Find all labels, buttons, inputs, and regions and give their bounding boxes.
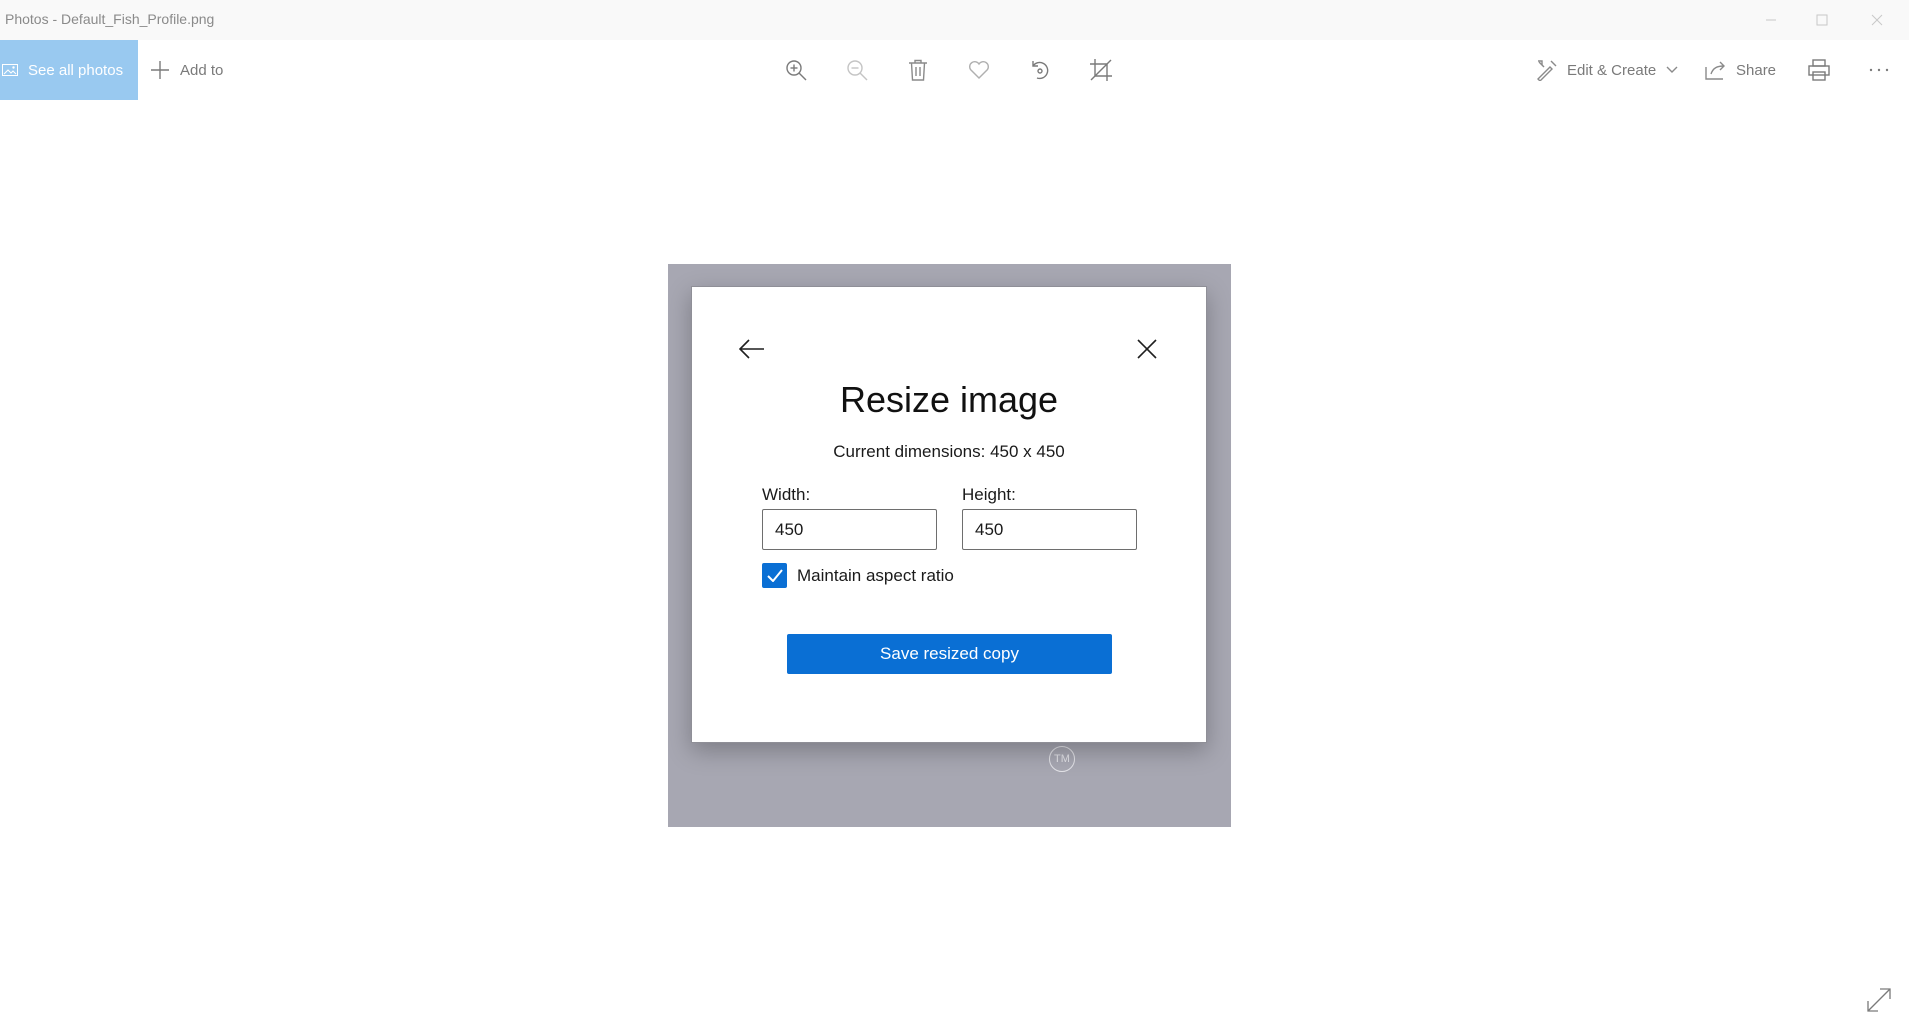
plus-icon — [151, 61, 169, 79]
more-icon — [1869, 68, 1889, 72]
delete-button[interactable] — [898, 50, 938, 90]
photos-icon — [2, 64, 18, 76]
add-to-label: Add to — [180, 61, 224, 79]
width-input[interactable] — [762, 509, 937, 550]
close-dialog-button[interactable] — [1125, 327, 1169, 371]
see-all-photos-label: See all photos — [28, 61, 124, 79]
chevron-down-icon — [1666, 66, 1678, 73]
back-arrow-icon — [739, 339, 764, 359]
dialog-title: Resize image — [839, 379, 1059, 420]
share-label: Share — [1736, 61, 1777, 79]
share-icon — [1705, 61, 1725, 80]
edit-create-label: Edit & Create — [1567, 61, 1657, 79]
checkmark-icon — [766, 569, 783, 582]
expand-icon — [1867, 988, 1891, 1012]
see-all-photos-button[interactable]: See all photos — [0, 40, 138, 100]
back-button[interactable] — [730, 327, 774, 371]
zoom-in-icon — [786, 60, 807, 81]
minimize-icon — [1766, 19, 1776, 21]
add-to-button[interactable]: Add to — [150, 40, 223, 100]
favorite-icon — [969, 60, 989, 79]
minimize-button[interactable] — [1746, 0, 1796, 40]
close-window-button[interactable] — [1852, 0, 1902, 40]
more-options-button[interactable] — [1859, 50, 1899, 90]
close-icon — [1871, 14, 1883, 26]
share-button[interactable]: Share — [1705, 40, 1776, 100]
current-dimensions: Current dimensions: 450 x 450 — [833, 442, 1065, 461]
zoom-out-icon — [847, 60, 868, 81]
window-title: Photos - Default_Fish_Profile.png — [5, 11, 215, 27]
width-label: Width: — [762, 485, 811, 504]
crop-icon — [1090, 59, 1112, 81]
toolbar: See all photos Add to Edit & Create Shar… — [0, 40, 1909, 100]
title-bar: Photos - Default_Fish_Profile.png — [0, 0, 1909, 40]
delete-icon — [909, 59, 927, 81]
rotate-button[interactable] — [1020, 50, 1060, 90]
edit-create-icon — [1537, 60, 1557, 81]
edit-create-button[interactable]: Edit & Create — [1536, 40, 1678, 100]
maintain-aspect-label[interactable]: Maintain aspect ratio — [797, 566, 954, 586]
fullscreen-button[interactable] — [1866, 987, 1892, 1013]
zoom-out-button[interactable] — [837, 50, 877, 90]
save-resized-copy-button[interactable]: Save resized copy — [787, 634, 1112, 674]
resize-dialog: Resize image Current dimensions: 450 x 4… — [691, 286, 1207, 743]
rotate-icon — [1032, 61, 1049, 80]
crop-button[interactable] — [1081, 50, 1121, 90]
favorite-button[interactable] — [959, 50, 999, 90]
zoom-in-button[interactable] — [776, 50, 816, 90]
print-icon — [1808, 59, 1830, 81]
trademark-mark: TM — [1049, 746, 1075, 772]
close-icon — [1137, 339, 1157, 359]
maximize-button[interactable] — [1797, 0, 1847, 40]
maximize-icon — [1816, 14, 1828, 26]
print-button[interactable] — [1799, 50, 1839, 90]
maintain-aspect-checkbox[interactable] — [762, 563, 787, 588]
height-input[interactable] — [962, 509, 1137, 550]
height-label: Height: — [962, 485, 1016, 504]
